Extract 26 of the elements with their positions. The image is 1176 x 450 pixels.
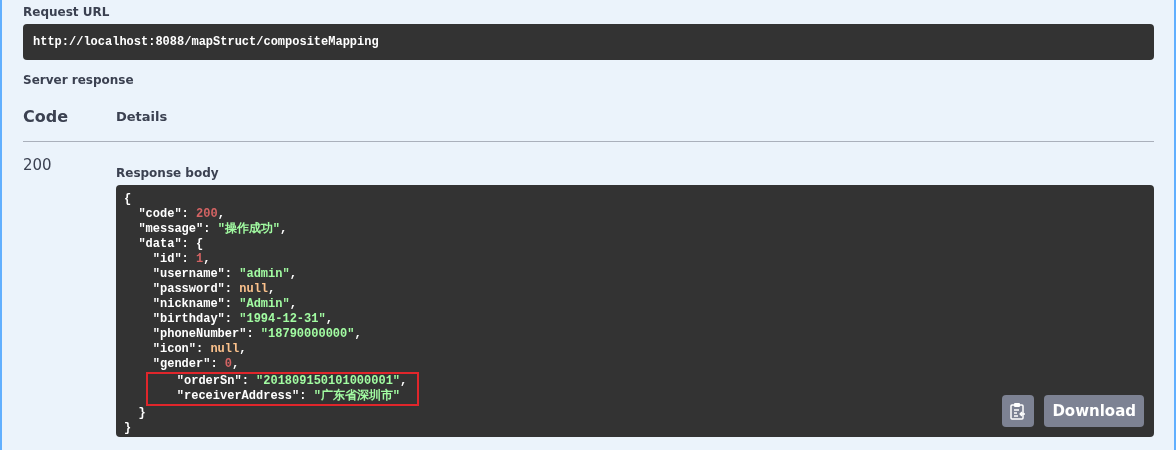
clipboard-icon bbox=[1010, 402, 1027, 420]
code-line: "phoneNumber": "18790000000", bbox=[151, 327, 362, 342]
code-line: "id": 1, bbox=[151, 252, 211, 267]
code-line: } bbox=[124, 421, 132, 436]
code-line: } bbox=[137, 406, 146, 421]
section-label: Request URL bbox=[23, 5, 111, 19]
code-line: "message": "操作成功", bbox=[137, 222, 288, 237]
code-line: "orderSn": "201809150101000001", bbox=[175, 374, 408, 388]
code-line: "code": 200, bbox=[137, 207, 225, 222]
download-button[interactable]: Download bbox=[1044, 395, 1144, 427]
code-line: "data": { bbox=[137, 237, 204, 252]
code-line: "password": null, bbox=[151, 282, 276, 297]
copy-button[interactable] bbox=[1002, 395, 1035, 427]
code-line: "nickname": "Admin", bbox=[151, 297, 297, 312]
code-line: { bbox=[124, 192, 132, 207]
status-code: 200 bbox=[23, 156, 52, 174]
code-line: "username": "admin", bbox=[151, 267, 297, 282]
request-url: http://localhost:8088/mapStruct/compositeMapping bbox=[23, 24, 1154, 60]
section-label: Server response bbox=[23, 73, 135, 87]
code-line: "gender": 0, bbox=[151, 357, 240, 372]
code-line: "icon": null, bbox=[151, 342, 247, 357]
code-line: "receiverAddress": "广东省深圳市" bbox=[175, 389, 401, 404]
column-header: Details bbox=[116, 109, 168, 124]
section-label: Response body bbox=[116, 166, 220, 180]
column-header: Code bbox=[23, 107, 70, 126]
code-line: "birthday": "1994-12-31", bbox=[151, 312, 333, 327]
